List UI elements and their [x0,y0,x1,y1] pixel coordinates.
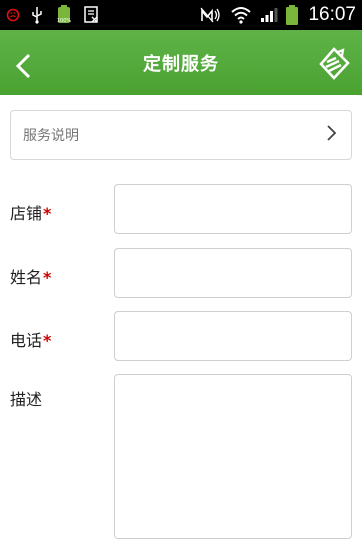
status-bar: 100% 16:07 [0,0,362,30]
description-textarea[interactable] [114,374,352,539]
battery-full-app-icon: 100% [54,5,74,25]
service-description-label: 服务说明 [23,128,79,144]
name-input[interactable] [114,248,352,298]
app-bar: 定制服务 [0,30,362,95]
required-mark: * [43,268,52,287]
required-mark: * [43,204,52,223]
wifi-icon [230,6,252,24]
description-label: 描述 [10,390,43,409]
document-icon [84,6,100,24]
page-title: 定制服务 [143,53,219,75]
back-arrow-icon [15,53,31,79]
phone-input[interactable] [114,311,352,361]
store-input[interactable] [114,184,352,234]
custom-action-button[interactable] [316,46,352,82]
svg-text:100%: 100% [57,18,72,24]
status-bar-time: 16:07 [308,4,356,25]
battery-icon [286,5,299,25]
chevron-right-icon [325,124,339,146]
phone-label: 电话* [10,331,52,350]
store-label: 店铺* [10,204,52,223]
required-mark: * [43,331,52,350]
silent-mode-icon [200,7,222,23]
notification-icon [6,8,20,22]
custom-logo-icon [319,47,350,80]
usb-icon [30,6,44,24]
back-button[interactable] [10,52,38,80]
service-description-row[interactable]: 服务说明 [10,110,352,160]
name-label: 姓名* [10,268,52,287]
signal-icon [260,7,278,23]
